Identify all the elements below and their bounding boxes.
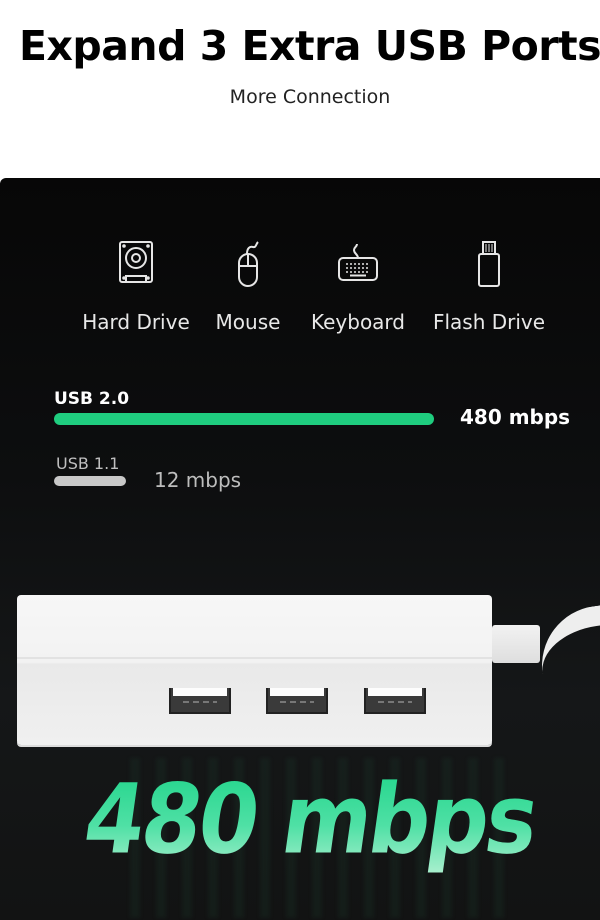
mouse-icon: [238, 241, 259, 287]
usb-hub-product: [17, 595, 492, 745]
page-title: Expand 3 Extra USB Ports: [18, 22, 600, 70]
usb-port: [364, 688, 426, 714]
usb2-value: 480 mbps: [460, 405, 571, 429]
usb-port: [169, 688, 231, 714]
usb1-bar-track: [54, 476, 434, 486]
usb-cable: [534, 602, 600, 674]
usb2-speed-bar: [54, 413, 434, 425]
device-label: Flash Drive: [432, 310, 546, 334]
header: Expand 3 Extra USB Ports More Connection: [0, 0, 600, 178]
flash-drive-icon: [478, 241, 500, 287]
hard-drive-icon: [119, 241, 153, 283]
device-label: Keyboard: [310, 310, 405, 334]
device-hard-drive: Hard Drive: [71, 240, 201, 334]
usb2-bar-track: [54, 413, 434, 425]
device-list: Hard Drive Mouse Keyboard Flash Drive: [0, 240, 600, 340]
usb-port: [266, 688, 328, 714]
cable-strain-relief: [492, 625, 540, 663]
hub-edge: [17, 657, 492, 659]
usb2-label: USB 2.0: [54, 389, 130, 409]
usb1-value: 12 mbps: [154, 468, 242, 492]
page-subtitle: More Connection: [229, 86, 391, 108]
device-keyboard: Keyboard: [293, 240, 423, 334]
keyboard-icon: [338, 243, 378, 281]
device-flash-drive: Flash Drive: [424, 240, 554, 334]
usb1-label: USB 1.1: [56, 454, 120, 473]
feature-panel: Hard Drive Mouse Keyboard Flash Drive US…: [0, 178, 600, 920]
usb1-speed-bar: [54, 476, 127, 486]
hero-speed: 480 mbps: [0, 764, 600, 876]
device-label: Hard Drive: [82, 310, 190, 334]
